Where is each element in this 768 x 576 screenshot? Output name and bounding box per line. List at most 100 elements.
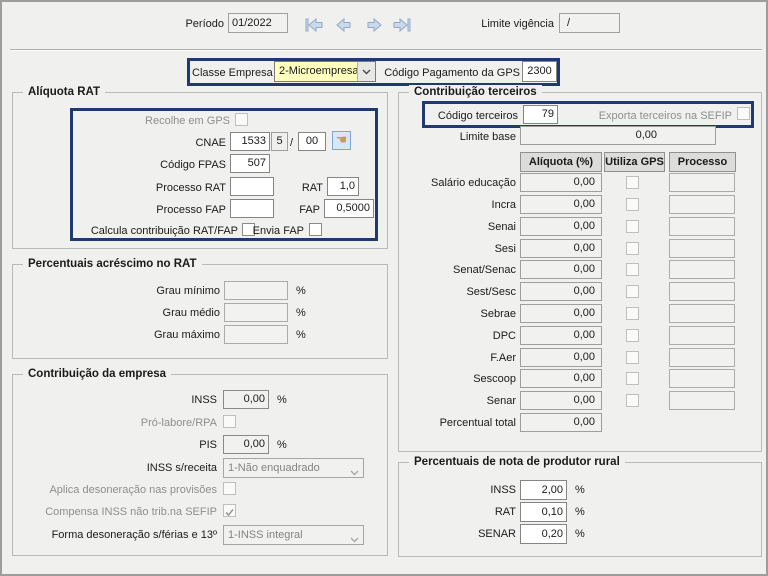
terceiros-row-label: Salário educação [392, 176, 516, 190]
periodo-input[interactable]: 01/2022 [228, 13, 288, 33]
nav-first-button[interactable] [303, 17, 325, 33]
rat-input[interactable]: 1,0 [327, 177, 359, 196]
rural-inss-percent: % [575, 483, 591, 497]
processo-input-2[interactable] [669, 217, 735, 236]
aliquota-input-8[interactable]: 0,00 [520, 348, 602, 367]
aliquota-input-4[interactable]: 0,00 [520, 260, 602, 279]
fpas-label: Código FPAS [122, 158, 226, 172]
aliquota-input-3[interactable]: 0,00 [520, 239, 602, 258]
header-utiliza-gps: Utiliza GPS [604, 152, 665, 172]
aliquota-input-7[interactable]: 0,00 [520, 326, 602, 345]
aliquota-input-1[interactable]: 0,00 [520, 195, 602, 214]
recolhe-gps-checkbox[interactable] [235, 113, 248, 126]
limite-base-input[interactable]: 0,00 [520, 126, 716, 145]
processo-fap-label: Processo FAP [122, 203, 226, 217]
limite-vigencia-input[interactable]: / [559, 13, 620, 33]
terceiros-row-label: F.Aer [392, 351, 516, 365]
topbar-separator [10, 49, 762, 51]
forma-desoneracao-value: 1-INSS integral [228, 529, 303, 541]
utiliza-gps-checkbox-0[interactable] [626, 176, 639, 189]
forma-desoneracao-label: Forma desoneração s/férias e 13º [22, 528, 217, 542]
grau-minimo-label: Grau mínimo [102, 284, 220, 298]
aliquota-input-0[interactable]: 0,00 [520, 173, 602, 192]
fap-input[interactable]: 0,5000 [324, 199, 374, 218]
utiliza-gps-checkbox-10[interactable] [626, 394, 639, 407]
utiliza-gps-checkbox-9[interactable] [626, 372, 639, 385]
empresa-inss-input[interactable]: 0,00 [223, 390, 269, 409]
processo-input-7[interactable] [669, 326, 735, 345]
gps-codigo-label: Código Pagamento da GPS [342, 66, 520, 80]
rural-senar-input[interactable]: 0,20 [520, 524, 567, 544]
utiliza-gps-checkbox-2[interactable] [626, 220, 639, 233]
aliquota-input-10[interactable]: 0,00 [520, 391, 602, 410]
forma-desoneracao-select[interactable]: 1-INSS integral [223, 525, 364, 545]
grau-minimo-percent: % [296, 284, 312, 298]
rat-label: RAT [292, 181, 323, 195]
cnae-digit-input[interactable]: 5 [271, 132, 288, 151]
utiliza-gps-checkbox-6[interactable] [626, 307, 639, 320]
processo-rat-input[interactable] [230, 177, 274, 196]
utiliza-gps-checkbox-3[interactable] [626, 242, 639, 255]
processo-input-3[interactable] [669, 239, 735, 258]
arrow-right-icon [363, 17, 385, 33]
rural-rat-input[interactable]: 0,10 [520, 502, 567, 522]
nav-prev-button[interactable] [333, 17, 355, 33]
cnae-label: CNAE [142, 136, 226, 150]
utiliza-gps-checkbox-1[interactable] [626, 198, 639, 211]
processo-input-4[interactable] [669, 260, 735, 279]
header-processo: Processo [669, 152, 736, 172]
processo-input-8[interactable] [669, 348, 735, 367]
processo-input-5[interactable] [669, 282, 735, 301]
envia-fap-checkbox[interactable] [309, 223, 322, 236]
aliquota-input-5[interactable]: 0,00 [520, 282, 602, 301]
utiliza-gps-checkbox-7[interactable] [626, 329, 639, 342]
utiliza-gps-checkbox-5[interactable] [626, 285, 639, 298]
cnae-input[interactable]: 1533 [230, 132, 270, 151]
terceiros-row-label: Incra [392, 198, 516, 212]
processo-input-6[interactable] [669, 304, 735, 323]
header-aliquota: Alíquota (%) [520, 152, 602, 172]
grau-maximo-input[interactable] [224, 325, 288, 344]
prolabore-checkbox[interactable] [223, 415, 236, 428]
rural-senar-percent: % [575, 527, 591, 541]
inss-receita-value: 1-Não enquadrado [228, 462, 320, 474]
utiliza-gps-checkbox-4[interactable] [626, 263, 639, 276]
exporta-sefip-checkbox[interactable] [737, 107, 750, 120]
nav-last-button[interactable] [391, 17, 413, 33]
inss-receita-select[interactable]: 1-Não enquadrado [223, 458, 364, 478]
processo-input-9[interactable] [669, 369, 735, 388]
rural-rat-percent: % [575, 505, 591, 519]
recolhe-gps-label: Recolhe em GPS [82, 114, 230, 128]
pointing-hand-icon: ☚ [336, 132, 348, 147]
compensa-inss-checkbox[interactable] [223, 504, 236, 517]
cnae-lookup-button[interactable]: ☚ [332, 131, 351, 150]
classe-empresa-label: Classe Empresa [192, 66, 270, 80]
codigo-terceiros-input[interactable]: 79 [523, 105, 558, 124]
cnae-suffix-input[interactable]: 00 [298, 132, 326, 151]
terceiros-row-label: Senai [392, 220, 516, 234]
contribuicao-terceiros-title: Contribuição terceiros [409, 85, 542, 100]
nav-next-button[interactable] [363, 17, 385, 33]
arrow-bar-left-icon [303, 17, 325, 33]
grau-maximo-label: Grau máximo [102, 328, 220, 342]
processo-fap-input[interactable] [230, 199, 274, 218]
pis-input[interactable]: 0,00 [223, 435, 269, 454]
percentual-total-input: 0,00 [520, 413, 602, 432]
aliquota-input-9[interactable]: 0,00 [520, 369, 602, 388]
aliquota-input-2[interactable]: 0,00 [520, 217, 602, 236]
arrow-bar-right-icon [391, 17, 413, 33]
aplica-desoneracao-label: Aplica desoneração nas provisões [22, 483, 217, 497]
aplica-desoneracao-checkbox[interactable] [223, 482, 236, 495]
rural-inss-input[interactable]: 2,00 [520, 480, 567, 500]
aliquota-input-6[interactable]: 0,00 [520, 304, 602, 323]
grau-medio-input[interactable] [224, 303, 288, 322]
processo-input-0[interactable] [669, 173, 735, 192]
empresa-inss-label: INSS [137, 393, 217, 407]
fpas-input[interactable]: 507 [230, 154, 270, 173]
processo-input-1[interactable] [669, 195, 735, 214]
gps-codigo-input[interactable]: 2300 [522, 61, 557, 82]
rural-inss-label: INSS [422, 483, 516, 497]
grau-minimo-input[interactable] [224, 281, 288, 300]
utiliza-gps-checkbox-8[interactable] [626, 351, 639, 364]
processo-input-10[interactable] [669, 391, 735, 410]
